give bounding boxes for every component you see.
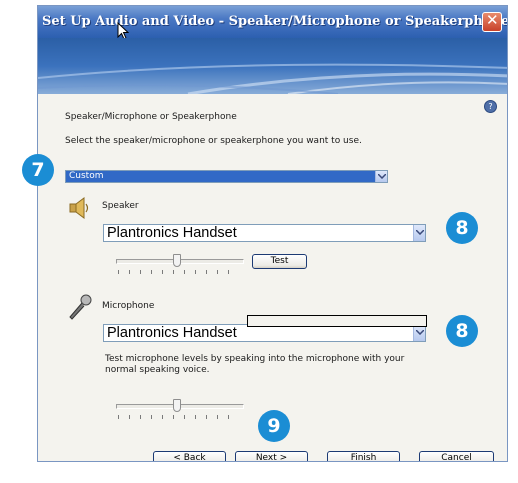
microphone-hint-line-1: Test microphone levels by speaking into … [105, 354, 405, 364]
speaker-device-select[interactable]: Plantronics Handset [103, 224, 426, 242]
device-type-value: Custom [69, 171, 104, 181]
microphone-device-value: Plantronics Handset [107, 325, 237, 341]
help-icon[interactable]: ? [484, 100, 497, 113]
callout-badge-7: 7 [22, 154, 54, 186]
page-heading: Speaker/Microphone or Speakerphone [65, 112, 237, 122]
speaker-volume-slider[interactable] [116, 254, 246, 276]
speaker-label: Speaker [102, 201, 139, 211]
window-title: Set Up Audio and Video - Speaker/Microph… [42, 14, 508, 29]
callout-badge-8-speaker: 8 [446, 212, 478, 244]
finish-button[interactable]: Finish [327, 451, 400, 461]
speaker-test-button[interactable]: Test [252, 254, 307, 269]
chevron-down-icon[interactable] [413, 325, 425, 341]
chevron-down-icon[interactable] [375, 171, 387, 182]
callout-badge-9: 9 [258, 410, 290, 442]
page-instruction: Select the speaker/microphone or speaker… [65, 136, 362, 146]
slider-ticks [118, 415, 238, 419]
next-button[interactable]: Next > [235, 451, 308, 461]
slider-ticks [118, 270, 238, 274]
back-button[interactable]: < Back [153, 451, 226, 461]
close-button[interactable]: ✕ [482, 11, 502, 32]
callout-badge-8-microphone: 8 [446, 315, 478, 347]
slider-thumb[interactable] [173, 254, 181, 267]
microphone-hint-line-2: normal speaking voice. [105, 365, 210, 375]
device-type-select[interactable]: Custom [65, 170, 388, 183]
close-icon: ✕ [486, 11, 499, 29]
speaker-device-value: Plantronics Handset [107, 225, 237, 241]
dialog-content: ? Speaker/Microphone or Speakerphone Sel… [38, 94, 507, 461]
cancel-button[interactable]: Cancel [419, 451, 494, 461]
speaker-icon [69, 197, 89, 219]
setup-audio-video-dialog: Set Up Audio and Video - Speaker/Microph… [37, 5, 508, 462]
microphone-label: Microphone [102, 301, 155, 311]
title-bar[interactable]: Set Up Audio and Video - Speaker/Microph… [38, 6, 507, 38]
slider-thumb[interactable] [173, 399, 181, 412]
microphone-icon [69, 294, 92, 320]
microphone-volume-slider[interactable] [116, 399, 246, 421]
header-banner [38, 38, 507, 94]
chevron-down-icon[interactable] [413, 225, 425, 241]
microphone-level-meter [247, 315, 427, 327]
